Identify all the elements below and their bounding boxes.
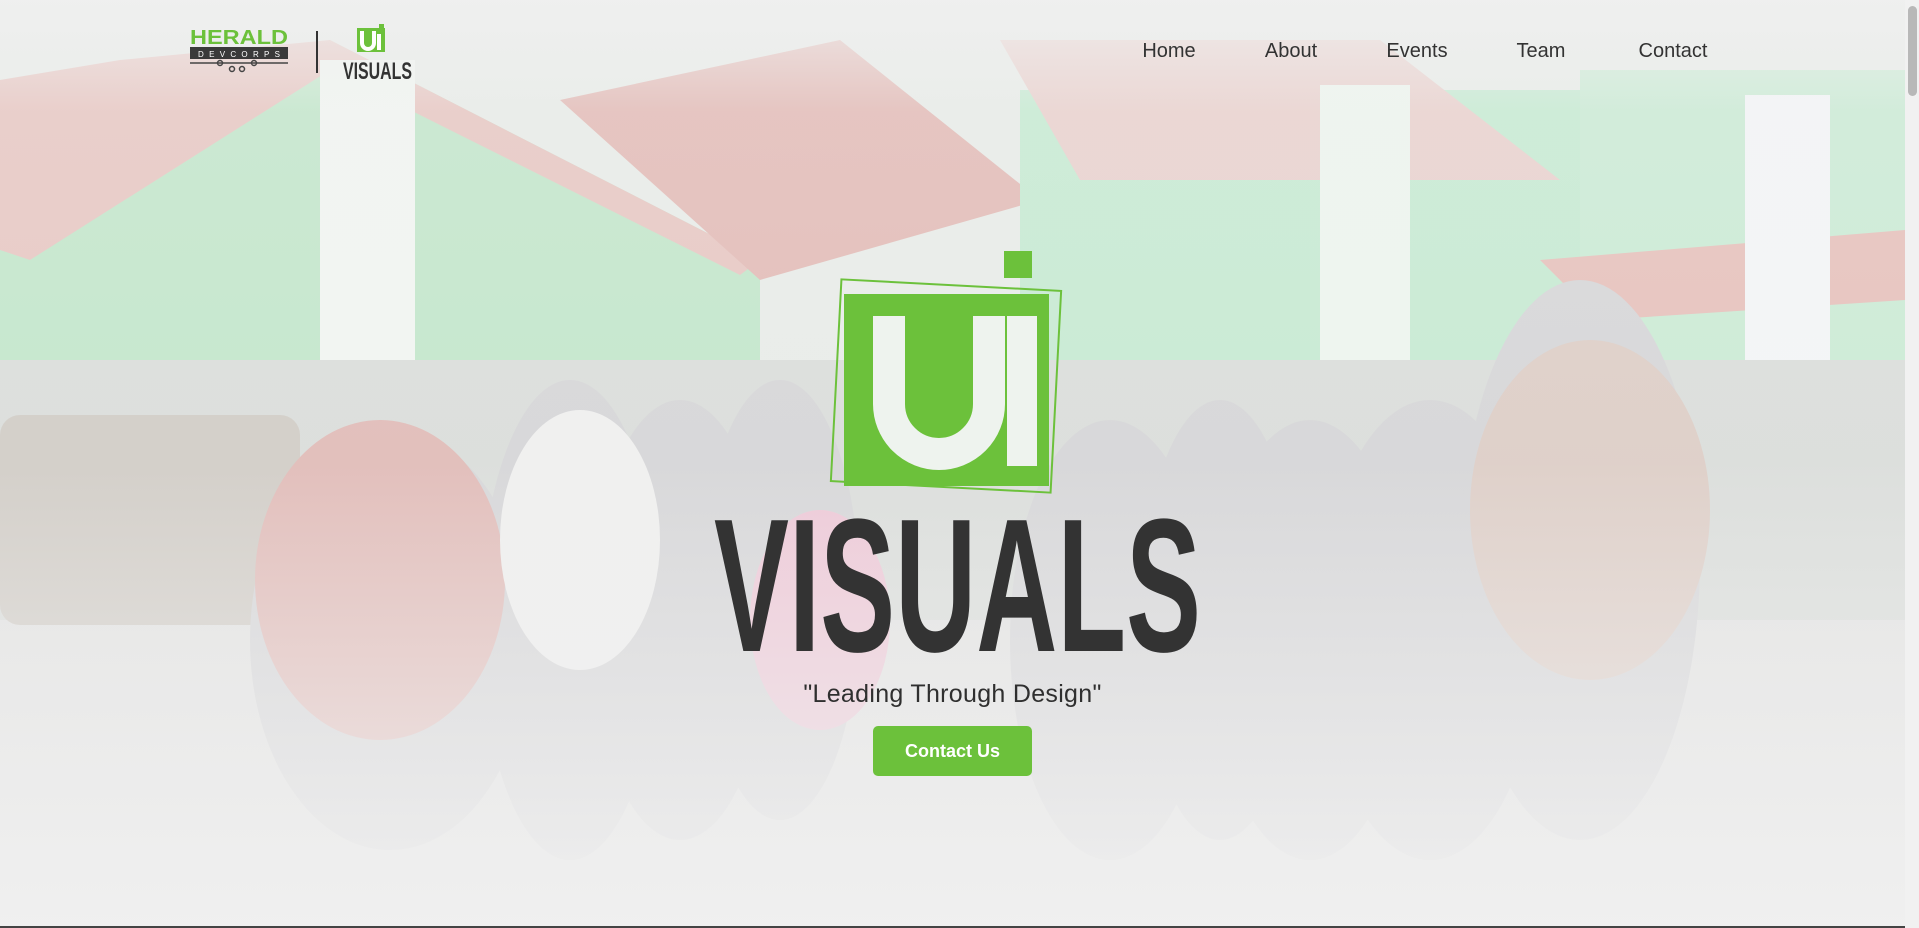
nav-home[interactable]: Home: [1142, 40, 1195, 63]
contact-us-button[interactable]: Contact Us: [873, 726, 1032, 776]
scrollbar-thumb[interactable]: [1908, 6, 1917, 96]
nav-about[interactable]: About: [1265, 40, 1317, 63]
hero-tagline: "Leading Through Design": [803, 680, 1102, 708]
hero-section: HERALD DEVCORPS VISUALS Home About Event…: [0, 0, 1905, 928]
svg-text:HERALD: HERALD: [190, 27, 288, 49]
logo-divider: [316, 31, 318, 73]
navbar: HERALD DEVCORPS VISUALS Home About Event…: [0, 0, 1905, 106]
page-scrollbar[interactable]: [1905, 0, 1919, 928]
herald-devcorps-logo[interactable]: HERALD DEVCORPS: [190, 27, 290, 75]
ui-mark-letters: [873, 316, 1037, 470]
nav-contact[interactable]: Contact: [1639, 40, 1708, 63]
hero-title-text: VISUALS: [714, 505, 1201, 655]
ui-visuals-logo[interactable]: VISUALS: [343, 24, 413, 82]
nav-events[interactable]: Events: [1386, 40, 1447, 63]
hero-title: VISUALS: [714, 505, 1201, 655]
ui-mark-dot: [1004, 251, 1032, 278]
svg-text:VISUALS: VISUALS: [343, 58, 412, 82]
nav-team[interactable]: Team: [1517, 40, 1566, 63]
